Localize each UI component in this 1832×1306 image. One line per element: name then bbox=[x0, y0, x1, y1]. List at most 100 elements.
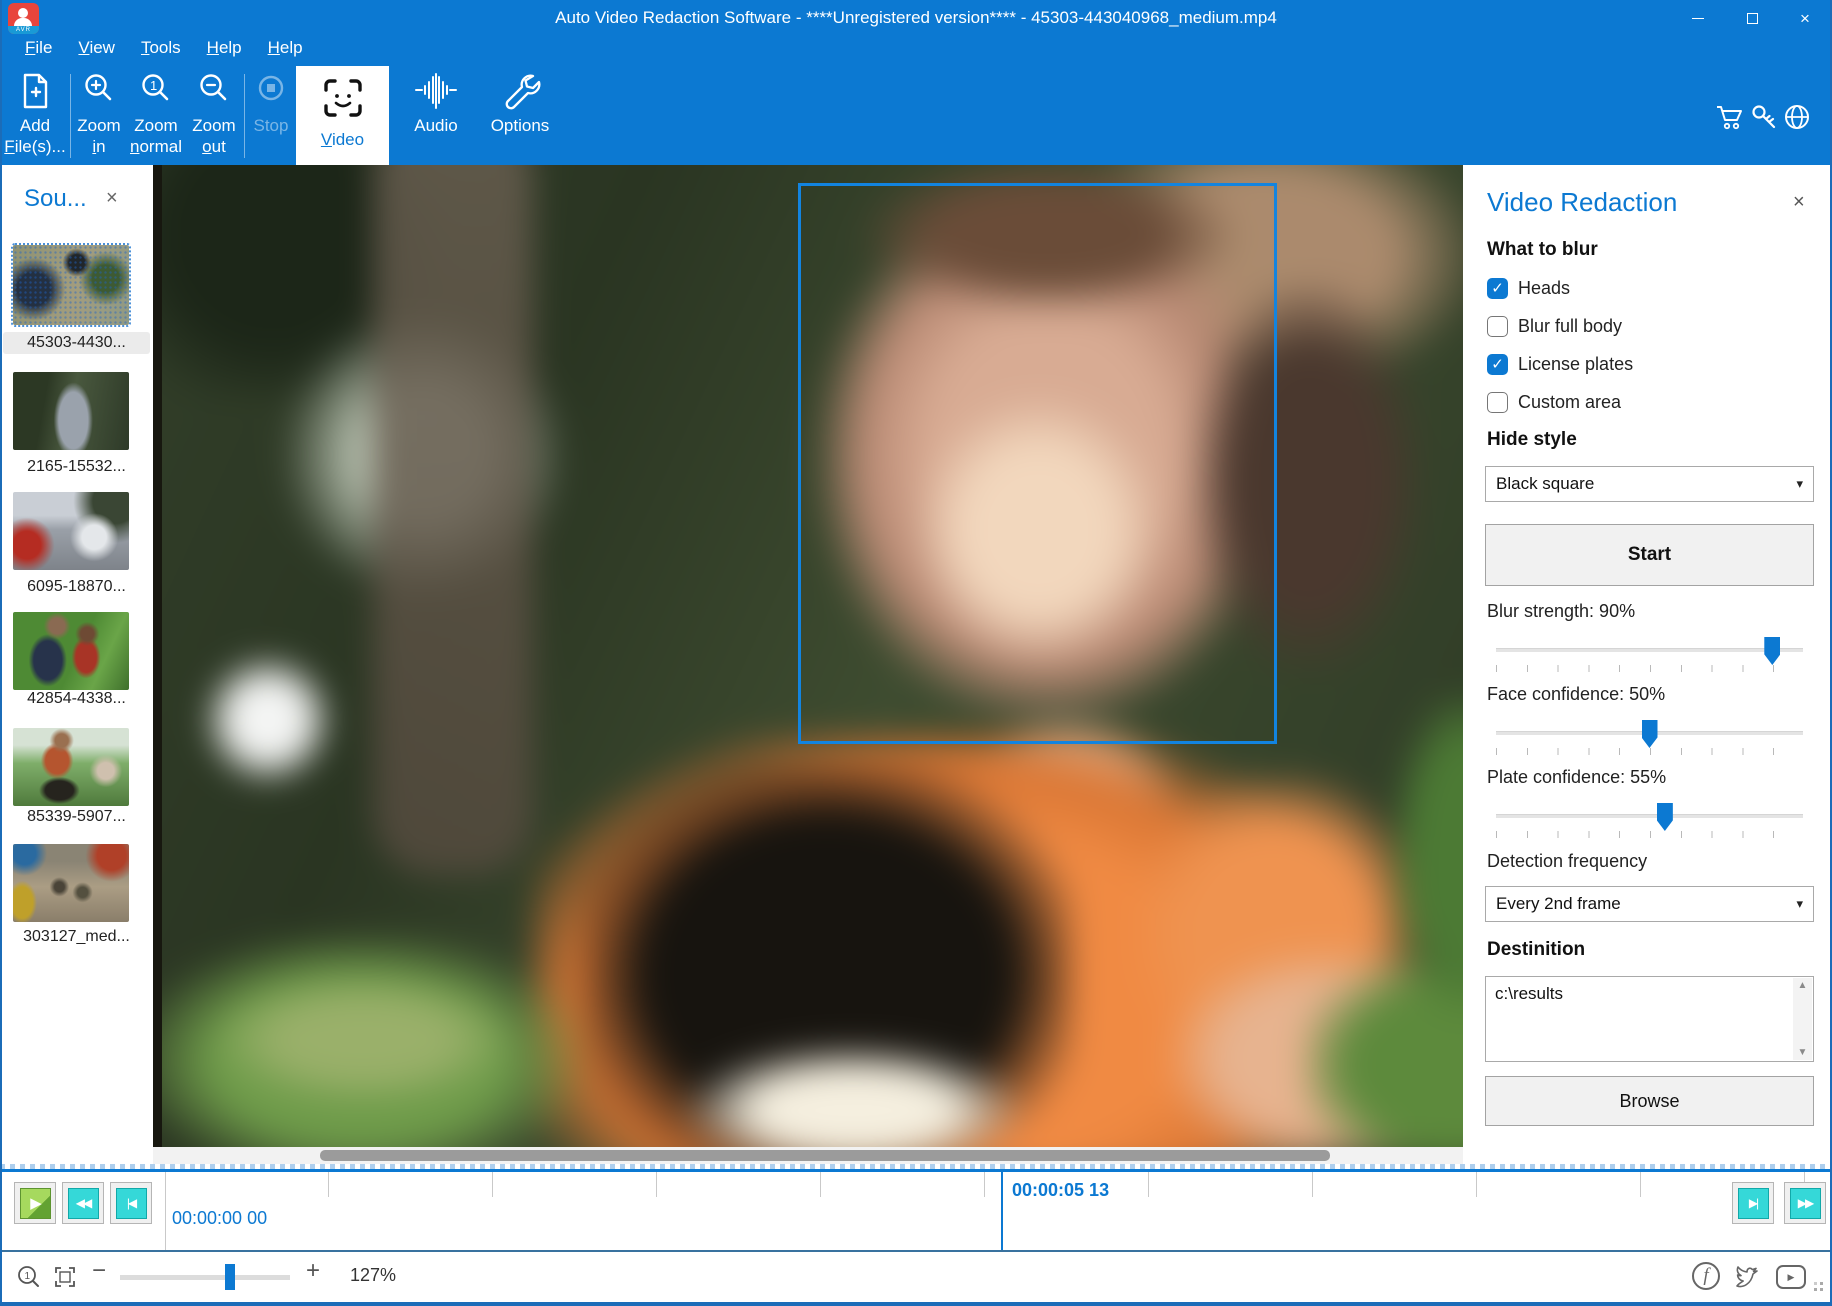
timeline: ▶ ◀◀ |◀ 00:00:00 00 00:00:05 13 ▶| ▶▶ bbox=[0, 1172, 1832, 1250]
blur-strength-ticks bbox=[1496, 665, 1804, 672]
step-forward-button[interactable]: ▶| bbox=[1732, 1182, 1774, 1224]
source-thumbnail-4[interactable] bbox=[13, 612, 129, 690]
menu-tools[interactable]: Tools bbox=[128, 36, 194, 62]
svg-text:1: 1 bbox=[25, 1271, 31, 1282]
youtube-icon[interactable]: ▶ bbox=[1776, 1262, 1806, 1292]
blur-strength-slider[interactable] bbox=[1496, 648, 1803, 652]
source-thumbnail-3[interactable] bbox=[13, 492, 129, 570]
tab-audio[interactable]: Audio bbox=[400, 66, 472, 165]
source-label-5[interactable]: 85339-5907... bbox=[3, 808, 150, 826]
source-thumbnail-1[interactable] bbox=[13, 245, 129, 325]
resize-grip[interactable] bbox=[1814, 1288, 1817, 1291]
zoom-normal-button[interactable]: 1 Zoom normal bbox=[126, 66, 186, 165]
start-button[interactable]: Start bbox=[1485, 524, 1814, 586]
plate-confidence-ticks bbox=[1496, 831, 1804, 838]
checkbox-row-full-body: Blur full body bbox=[1487, 314, 1622, 338]
stop-button[interactable]: Stop bbox=[248, 66, 294, 165]
scrollbar-thumb[interactable] bbox=[320, 1150, 1330, 1161]
tab-video[interactable]: Video bbox=[296, 66, 389, 165]
detection-frequency-select[interactable]: Every 2nd frame ▾ bbox=[1485, 886, 1814, 922]
panel-close-icon[interactable]: × bbox=[1793, 191, 1805, 214]
source-label-2[interactable]: 2165-15532... bbox=[3, 458, 150, 476]
hide-style-select[interactable]: Black square ▾ bbox=[1485, 466, 1814, 502]
toolbar-separator bbox=[244, 74, 245, 158]
step-back-icon: |◀ bbox=[116, 1188, 147, 1219]
video-horizontal-scrollbar[interactable] bbox=[153, 1147, 1463, 1164]
add-files-button[interactable]: Add File(s)... bbox=[4, 66, 66, 165]
what-to-blur-heading: What to blur bbox=[1487, 239, 1598, 261]
zoom-actual-icon[interactable]: 1 bbox=[16, 1264, 42, 1290]
fit-screen-icon[interactable] bbox=[52, 1264, 78, 1290]
face-confidence-slider[interactable] bbox=[1496, 731, 1803, 735]
wrench-icon bbox=[498, 70, 542, 112]
stop-icon bbox=[251, 70, 291, 112]
source-thumbnail-5[interactable] bbox=[13, 728, 129, 806]
playhead[interactable] bbox=[1001, 1172, 1003, 1250]
video-left-edge bbox=[153, 165, 162, 1147]
scroll-up-icon[interactable]: ▲ bbox=[1793, 980, 1812, 991]
video-preview bbox=[153, 165, 1463, 1147]
step-back-button[interactable]: |◀ bbox=[110, 1182, 152, 1224]
cart-icon[interactable] bbox=[1714, 102, 1744, 132]
heads-checkbox[interactable]: ✓ bbox=[1487, 278, 1508, 299]
fast-forward-button[interactable]: ▶▶ bbox=[1784, 1182, 1826, 1224]
menu-file[interactable]: File bbox=[12, 36, 65, 62]
step-forward-icon: ▶| bbox=[1738, 1188, 1769, 1219]
menu-help-1[interactable]: Help bbox=[194, 36, 255, 62]
heads-label: Heads bbox=[1518, 278, 1570, 299]
license-plates-label: License plates bbox=[1518, 354, 1633, 375]
key-icon[interactable] bbox=[1749, 102, 1779, 132]
fast-forward-icon: ▶▶ bbox=[1790, 1188, 1821, 1219]
zoom-out-icon bbox=[194, 70, 234, 112]
close-button[interactable]: × bbox=[1782, 0, 1828, 37]
zoom-slider-thumb[interactable] bbox=[225, 1264, 235, 1290]
plate-confidence-label: Plate confidence: 55% bbox=[1487, 767, 1666, 788]
zoom-slider[interactable] bbox=[120, 1275, 290, 1280]
globe-icon[interactable] bbox=[1782, 102, 1812, 132]
menu-view[interactable]: View bbox=[65, 36, 128, 62]
source-thumbnail-6[interactable] bbox=[13, 844, 129, 922]
face-detection-rectangle[interactable] bbox=[798, 183, 1277, 744]
minimize-button[interactable] bbox=[1675, 0, 1721, 37]
zoom-out-button[interactable]: − bbox=[92, 1257, 106, 1285]
audio-waveform-icon bbox=[410, 70, 462, 112]
tab-options[interactable]: Options bbox=[480, 66, 560, 165]
play-button[interactable]: ▶ bbox=[14, 1182, 56, 1224]
window-border-bottom bbox=[0, 1302, 1832, 1306]
face-confidence-thumb[interactable] bbox=[1642, 720, 1658, 748]
plate-confidence-slider[interactable] bbox=[1496, 814, 1803, 818]
browse-button[interactable]: Browse bbox=[1485, 1076, 1814, 1126]
rewind-icon: ◀◀ bbox=[68, 1188, 99, 1219]
license-plates-checkbox[interactable]: ✓ bbox=[1487, 354, 1508, 375]
rewind-button[interactable]: ◀◀ bbox=[62, 1182, 104, 1224]
blur-strength-thumb[interactable] bbox=[1764, 637, 1780, 665]
current-time: 00:00:00 00 bbox=[172, 1208, 267, 1229]
destination-heading: Destinition bbox=[1487, 939, 1585, 961]
zoom-out-button[interactable]: Zoom out bbox=[188, 66, 240, 165]
twitter-icon[interactable] bbox=[1734, 1262, 1764, 1292]
zoom-in-button[interactable]: Zoom in bbox=[74, 66, 124, 165]
destination-field[interactable]: c:\results ▲ ▼ bbox=[1485, 976, 1814, 1062]
app-icon: AVR bbox=[8, 3, 39, 34]
custom-area-checkbox[interactable] bbox=[1487, 392, 1508, 413]
source-thumbnail-2[interactable] bbox=[13, 372, 129, 450]
sources-close-icon[interactable]: × bbox=[106, 187, 118, 210]
checkbox-row-license-plates: ✓ License plates bbox=[1487, 352, 1633, 376]
zoom-in-button[interactable]: + bbox=[306, 1257, 320, 1285]
playhead-time: 00:00:05 13 bbox=[1012, 1180, 1109, 1201]
source-label-6[interactable]: 303127_med... bbox=[3, 928, 150, 946]
facebook-icon[interactable]: f bbox=[1692, 1262, 1722, 1292]
timeline-ruler[interactable] bbox=[165, 1172, 1832, 1197]
scroll-down-icon[interactable]: ▼ bbox=[1793, 1047, 1812, 1058]
source-label-3[interactable]: 6095-18870... bbox=[3, 578, 150, 596]
statusbar: 1 − + 127% f ▶ bbox=[0, 1250, 1832, 1302]
maximize-button[interactable] bbox=[1729, 0, 1775, 37]
menu-help-2[interactable]: Help bbox=[255, 36, 316, 62]
destination-value: c:\results bbox=[1495, 984, 1563, 1004]
sources-panel: Sou... × 45303-4430... 2165-15532... 609… bbox=[0, 165, 153, 1167]
source-label-4[interactable]: 42854-4338... bbox=[3, 690, 150, 708]
source-label-1[interactable]: 45303-4430... bbox=[3, 332, 150, 354]
destination-scrollbar[interactable]: ▲ ▼ bbox=[1793, 978, 1812, 1060]
plate-confidence-thumb[interactable] bbox=[1657, 803, 1673, 831]
blur-full-body-checkbox[interactable] bbox=[1487, 316, 1508, 337]
